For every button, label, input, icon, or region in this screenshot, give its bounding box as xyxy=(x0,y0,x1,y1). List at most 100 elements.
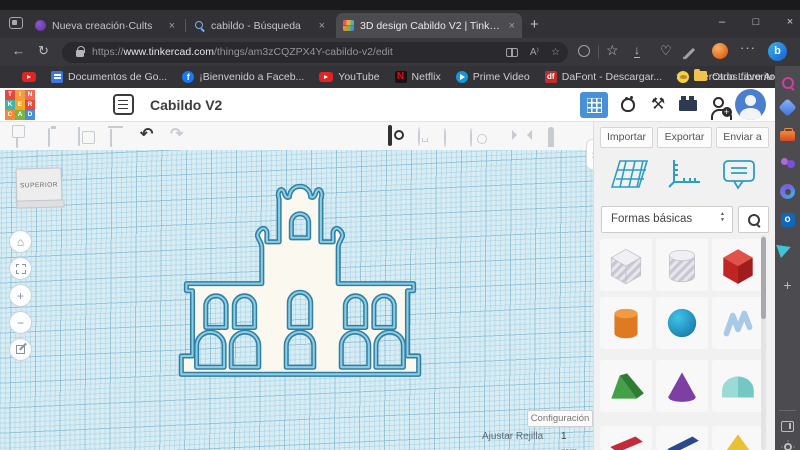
tab-cults[interactable]: Nueva creación·Cults × xyxy=(28,13,182,38)
workplane-tool-icon[interactable] xyxy=(610,158,650,195)
search-icon[interactable] xyxy=(779,74,796,91)
paper-plane-icon[interactable] xyxy=(775,237,800,258)
new-tab-button[interactable]: + xyxy=(530,16,539,33)
shape-hole-box[interactable] xyxy=(600,239,652,291)
shape-partial-yellow[interactable] xyxy=(712,426,764,450)
tab-tinkercad-active[interactable]: 3D design Cabildo V2 | Tinkercad × xyxy=(336,13,522,38)
undo-icon[interactable]: ↶ xyxy=(140,127,153,143)
tab-close-icon[interactable]: × xyxy=(169,20,175,32)
ruler-tool-icon[interactable] xyxy=(666,158,702,195)
bookmark[interactable]: Documentos de Go... xyxy=(51,71,167,83)
invite-button[interactable] xyxy=(704,92,732,120)
gem-icon[interactable] xyxy=(778,98,797,117)
favorites-star-icon[interactable]: ☆ xyxy=(606,42,619,59)
shapes-category-dropdown[interactable]: Formas básicas ▲ ▼ xyxy=(601,206,733,233)
show-all-icon[interactable] xyxy=(388,125,392,146)
hide-icon[interactable] xyxy=(418,127,420,146)
bookmark[interactable]: N Netflix xyxy=(394,71,441,83)
shape-hole-cylinder[interactable] xyxy=(656,239,708,291)
bookmark[interactable]: df DaFont - Descargar... xyxy=(544,71,662,83)
browser-essentials-icon[interactable]: ♡ xyxy=(660,43,672,59)
tinkercad-logo[interactable]: T I N K E R C A D xyxy=(5,90,35,120)
tab-workspaces-icon[interactable] xyxy=(9,17,23,29)
bookmark[interactable]: f ¡Bienvenido a Faceb... xyxy=(182,71,304,83)
design-title[interactable]: Cabildo V2 xyxy=(150,97,222,113)
copy-icon[interactable] xyxy=(16,129,18,148)
address-bar[interactable]: https://www.tinkercad.com/things/am3zCQZ… xyxy=(62,41,568,63)
extension-icon[interactable] xyxy=(712,43,728,59)
shape-sphere[interactable] xyxy=(656,297,708,349)
tab-search[interactable]: cabildo - Búsqueda × xyxy=(188,13,332,38)
bookmarks-overflow-icon[interactable]: › xyxy=(676,69,680,83)
notes-tool-icon[interactable] xyxy=(720,158,758,197)
cabildo-model[interactable] xyxy=(165,172,435,382)
sim-button[interactable] xyxy=(614,92,642,118)
shape-scribble[interactable] xyxy=(712,297,764,349)
url-text[interactable]: https://www.tinkercad.com/things/am3zCQZ… xyxy=(92,46,494,58)
copilot-ring-icon[interactable] xyxy=(578,45,590,57)
search-icon xyxy=(747,213,761,227)
ungroup-icon[interactable] xyxy=(470,128,472,147)
tab-close-icon[interactable]: × xyxy=(319,20,325,32)
fit-view-button[interactable] xyxy=(9,257,32,280)
design-canvas[interactable]: SUPERIOR ⌂ + − Configuración Ajustar Rej… xyxy=(0,150,593,450)
bookmark[interactable]: Prime Video xyxy=(455,71,530,83)
copilot-swirl-icon[interactable] xyxy=(779,183,796,200)
settings-gear-icon[interactable] xyxy=(779,438,796,450)
close-icon[interactable]: × xyxy=(782,16,798,28)
shape-cone[interactable] xyxy=(656,360,708,412)
shape-partial-red[interactable] xyxy=(600,426,652,450)
other-favorites-button[interactable]: Otros favoritos xyxy=(712,71,780,83)
outlook-icon[interactable]: o xyxy=(779,211,796,228)
back-icon[interactable]: ← xyxy=(12,43,25,58)
shape-box[interactable] xyxy=(712,239,764,291)
scrollbar-thumb[interactable] xyxy=(761,237,766,319)
search-favicon xyxy=(195,20,205,31)
bookmark[interactable]: YouTube xyxy=(319,71,380,83)
shape-search-button[interactable] xyxy=(738,206,769,233)
export-button[interactable]: Exportar xyxy=(657,127,712,148)
design-grid-button[interactable] xyxy=(580,92,608,118)
minimize-icon[interactable]: – xyxy=(714,16,730,28)
magnet-icon[interactable] xyxy=(548,127,554,148)
briefcase-icon[interactable] xyxy=(779,127,796,144)
paste-icon[interactable] xyxy=(48,128,50,147)
duplicate-icon[interactable] xyxy=(78,127,80,146)
people-icon[interactable] xyxy=(779,155,796,172)
web-capture-icon[interactable] xyxy=(683,47,696,60)
bing-icon[interactable]: b xyxy=(768,42,787,61)
import-button[interactable]: Importar xyxy=(600,127,653,148)
sidebar-panel-icon[interactable] xyxy=(779,418,796,435)
design-properties-icon[interactable] xyxy=(113,94,134,115)
zoom-in-button[interactable]: + xyxy=(9,284,32,307)
read-aloud-icon[interactable]: A⁾ xyxy=(530,47,539,58)
more-icon[interactable]: ··· xyxy=(740,40,756,55)
perspective-toggle-button[interactable] xyxy=(9,338,32,361)
gallery-scrollbar[interactable] xyxy=(761,235,766,450)
shape-partial-blue[interactable] xyxy=(656,426,708,450)
plus-icon[interactable]: + xyxy=(779,276,796,293)
add-favorite-icon[interactable]: ☆ xyxy=(551,47,560,58)
send-to-button[interactable]: Enviar a xyxy=(716,127,769,148)
downloads-icon[interactable]: ↓ xyxy=(634,44,640,58)
split-screen-icon[interactable] xyxy=(505,47,518,57)
minecraft-button[interactable]: ⚒ xyxy=(644,92,672,118)
group-icon[interactable] xyxy=(444,128,446,147)
viewcube[interactable]: SUPERIOR xyxy=(15,167,63,202)
settings-button[interactable]: Configuración xyxy=(527,410,593,427)
redo-icon[interactable]: ↷ xyxy=(170,127,183,143)
maximize-icon[interactable]: □ xyxy=(748,16,764,28)
reload-icon[interactable]: ↻ xyxy=(38,43,49,59)
trash-icon[interactable] xyxy=(110,129,112,147)
lock-icon xyxy=(76,46,85,57)
bricks-button[interactable] xyxy=(674,92,702,118)
zoom-out-button[interactable]: − xyxy=(9,311,32,334)
tab-close-icon[interactable]: × xyxy=(509,20,515,32)
snap-grid-dropdown[interactable]: 1 mm xyxy=(558,429,593,450)
shape-cylinder[interactable] xyxy=(600,297,652,349)
youtube-favicon-bookmark[interactable] xyxy=(22,72,36,82)
home-view-button[interactable]: ⌂ xyxy=(9,230,32,253)
shape-roof[interactable] xyxy=(600,360,652,412)
shape-round-roof[interactable] xyxy=(712,360,764,412)
avatar[interactable] xyxy=(735,89,766,120)
